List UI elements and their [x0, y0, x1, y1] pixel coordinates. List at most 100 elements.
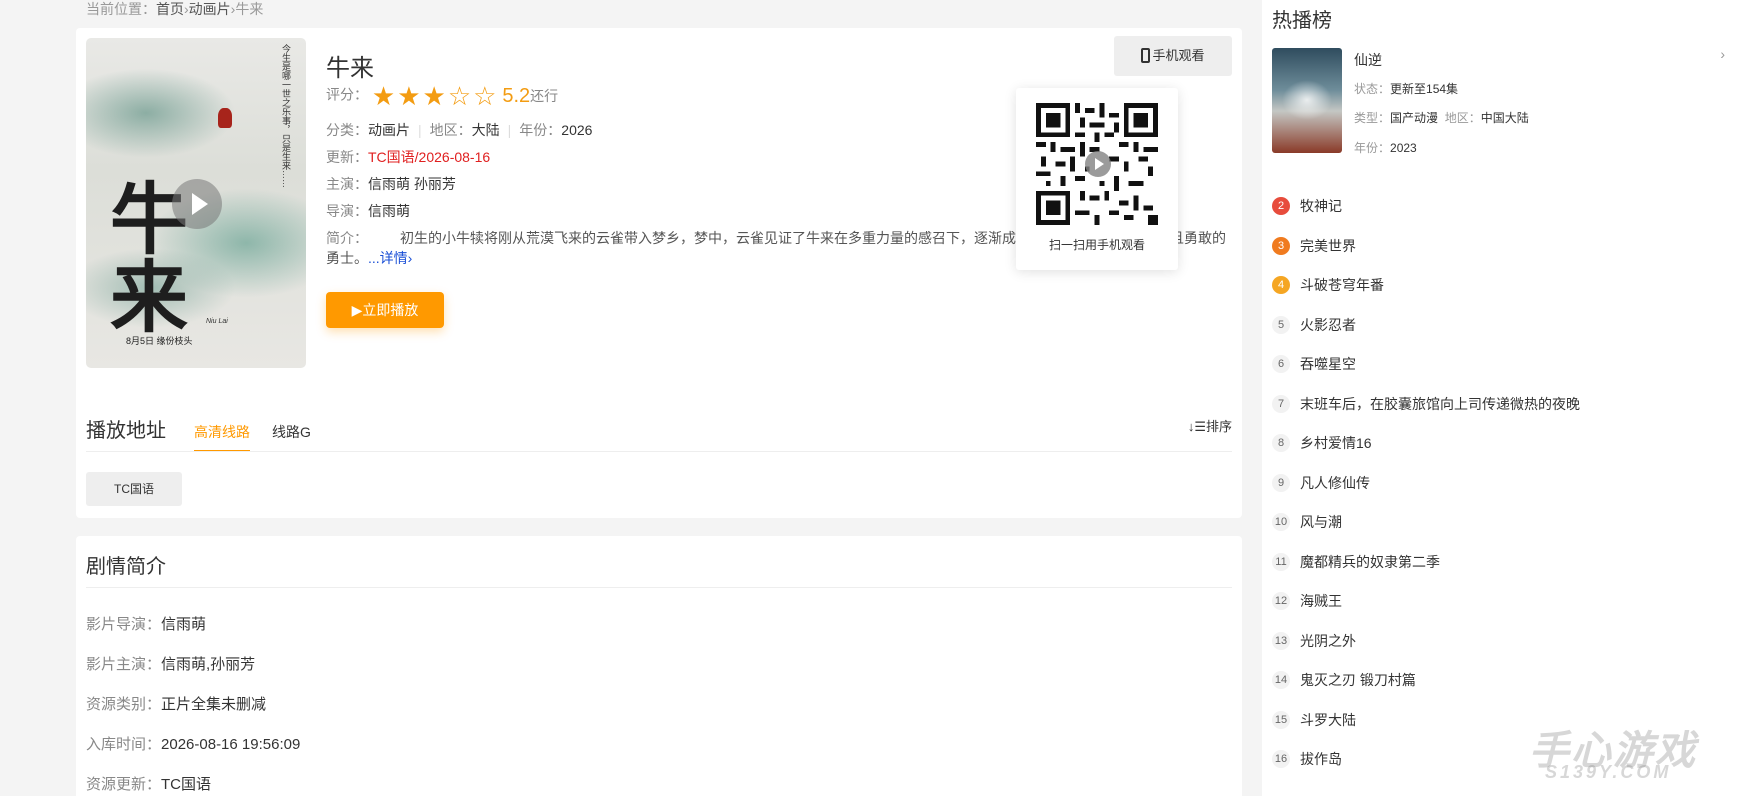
ranking-item-title: 火影忍者 — [1300, 316, 1356, 333]
ranking-item[interactable]: 4 斗破苍穹年番 — [1272, 275, 1384, 295]
featured-status: 状态：更新至154集 — [1354, 82, 1459, 96]
rank-badge: 9 — [1272, 473, 1290, 492]
tab-line-g[interactable]: 线路G — [272, 422, 311, 442]
rank-badge: 6 — [1272, 355, 1290, 373]
story-cast-row: 影片主演：信雨萌,孙丽芳 — [86, 656, 256, 673]
ranking-item[interactable]: 12 海贼王 — [1272, 591, 1342, 611]
rank-badge: 11 — [1272, 552, 1290, 571]
star-filled-icon: ★ — [397, 81, 421, 111]
ranking-item-title: 完美世界 — [1300, 237, 1356, 254]
ranking-item[interactable]: 7 末班车后，在胶囊旅馆向上司传递微热的夜晚 — [1272, 394, 1580, 414]
rating-score: 5.2 — [502, 85, 531, 107]
ranking-item-title: 凡人修仙传 — [1300, 474, 1370, 491]
phone-icon — [1141, 48, 1151, 63]
divider: | — [507, 122, 512, 138]
ranking-item-title: 斗罗大陆 — [1300, 711, 1356, 728]
story-type-row: 资源类别：正片全集未删减 — [86, 696, 267, 713]
ranking-item[interactable]: 10 风与潮 — [1272, 512, 1342, 532]
ranking-item[interactable]: 6 吞噬星空 — [1272, 354, 1356, 374]
divider: | — [418, 122, 422, 138]
star-filled-icon: ★ — [371, 81, 396, 111]
story-title: 剧情简介 — [86, 556, 166, 578]
synopsis-more-link[interactable]: ...详情› — [368, 250, 412, 266]
ranking-item-title: 光阴之外 — [1300, 632, 1356, 649]
rank-badge: 12 — [1272, 592, 1290, 610]
ranking-item[interactable]: 5 火影忍者 — [1272, 315, 1356, 335]
story-director-row: 影片导演：信雨萌 — [86, 616, 207, 633]
breadcrumb-category-link[interactable]: 动画片 — [189, 1, 231, 17]
story-update-row: 资源更新：TC国语 — [86, 776, 212, 793]
ranking-item[interactable]: 3 完美世界 — [1272, 236, 1356, 256]
poster-vertical-text: 今生是哪一世之乐事，只是生来…… — [281, 44, 291, 188]
ranking-item-title: 吞噬星空 — [1300, 356, 1356, 372]
ranking-item[interactable]: 13 光阴之外 — [1272, 631, 1356, 651]
category-link[interactable]: 动画片 — [368, 122, 410, 138]
play-now-button[interactable]: ▶立即播放 — [326, 292, 444, 328]
featured-meta: 类型：国产动漫 地区：中国大陆 — [1354, 111, 1529, 125]
qr-play-icon — [1085, 151, 1111, 177]
ranking-item-title: 拔作岛 — [1300, 751, 1342, 767]
breadcrumb-home-link[interactable]: 首页 — [156, 1, 184, 17]
rank-badge: 3 — [1272, 236, 1290, 255]
ranking-item[interactable]: 8 乡村爱情16 — [1272, 433, 1372, 453]
featured-year: 年份：2023 — [1354, 141, 1417, 155]
hot-title: 热播榜 — [1272, 10, 1332, 32]
tab-hd-line[interactable]: 高清线路 — [194, 422, 250, 452]
sort-button[interactable]: ↓☰排序 — [1188, 416, 1232, 435]
cast-link[interactable]: 信雨萌 孙丽芳 — [368, 176, 456, 192]
episode-button[interactable]: TC国语 — [86, 472, 182, 506]
qr-popup: 扫一扫用手机观看 — [1016, 88, 1178, 270]
rating-verdict: 还行 — [530, 88, 559, 104]
sort-icon: ↓☰ — [1187, 419, 1206, 434]
ranking-item-title: 海贼王 — [1300, 593, 1342, 609]
rank-badge: 15 — [1272, 710, 1290, 729]
movie-title: 牛来 — [326, 55, 374, 82]
rank-badge: 5 — [1272, 315, 1290, 334]
playlist-card: 播放地址 高清线路 线路G ↓☰排序 TC国语 — [76, 400, 1242, 518]
director-row: 导演：信雨萌 — [326, 203, 410, 219]
mobile-watch-button[interactable]: 手机观看 — [1114, 36, 1232, 76]
year-link[interactable]: 2026 — [561, 122, 592, 138]
featured-poster[interactable] — [1272, 48, 1342, 153]
ranking-item[interactable]: 14 鬼灭之刃 锻刀村篇 — [1272, 670, 1416, 690]
poster-english-title: Niu Lai — [206, 318, 228, 325]
story-added-row: 入库时间：2026-08-16 19:56:09 — [86, 736, 301, 753]
rank-badge: 14 — [1272, 671, 1290, 689]
ranking-item[interactable]: 16 拔作岛 — [1272, 749, 1342, 769]
poster-play-icon[interactable] — [172, 179, 222, 229]
ranking-item[interactable]: 9 凡人修仙传 — [1272, 473, 1370, 493]
ranking-item-title: 末班车后，在胶囊旅馆向上司传递微热的夜晚 — [1300, 395, 1580, 412]
rank-badge: 10 — [1272, 513, 1290, 531]
rank-badge: 2 — [1272, 197, 1290, 215]
hot-ranking-sidebar: 热播榜 仙逆 › 状态：更新至154集 类型：国产动漫 地区：中国大陆 年份：2… — [1262, 0, 1737, 796]
rank-badge: 7 — [1272, 394, 1290, 413]
cast-row: 主演：信雨萌 孙丽芳 — [326, 176, 456, 192]
rating-row: 评分： ★ ★ ★ ☆ ☆ 5.2还行 — [326, 81, 559, 111]
playlist-title: 播放地址 — [86, 420, 166, 442]
rating-stars: ★ ★ ★ ☆ ☆ — [372, 83, 499, 109]
ranking-item-title: 斗破苍穹年番 — [1300, 277, 1384, 293]
ranking-item-title: 风与潮 — [1300, 514, 1342, 530]
breadcrumb-current: 牛来 — [235, 1, 264, 17]
ranking-item[interactable]: 11 魔都精兵的奴隶第二季 — [1272, 552, 1440, 572]
site-watermark: 手心游戏 S139Y.COM — [1529, 729, 1697, 782]
story-card: 剧情简介 影片导演：信雨萌 影片主演：信雨萌,孙丽芳 资源类别：正片全集未删减 … — [76, 536, 1242, 796]
rank-badge: 13 — [1272, 631, 1290, 650]
rank-badge: 4 — [1272, 276, 1290, 294]
featured-title[interactable]: 仙逆 — [1354, 50, 1382, 70]
meta-row: 分类：动画片 | 地区：大陆 | 年份：2026 — [326, 122, 593, 138]
ranking-item-title: 魔都精兵的奴隶第二季 — [1300, 553, 1440, 570]
divider — [86, 587, 1232, 588]
region-link[interactable]: 大陆 — [472, 122, 500, 138]
breadcrumb: 当前位置：首页›动画片›牛来 — [86, 1, 264, 17]
qr-caption: 扫一扫用手机观看 — [1048, 238, 1145, 252]
chevron-right-icon[interactable]: › — [1720, 46, 1725, 62]
poster-figure — [218, 108, 232, 128]
ranking-item[interactable]: 2 牧神记 — [1272, 196, 1342, 216]
director-link[interactable]: 信雨萌 — [368, 203, 410, 219]
rank-badge: 8 — [1272, 434, 1290, 452]
movie-poster[interactable]: 今生是哪一世之乐事，只是生来…… 牛来 Niu Lai 8月5日 缘份枝头 — [86, 38, 306, 368]
poster-mist — [86, 68, 236, 158]
ranking-item[interactable]: 15 斗罗大陆 — [1272, 710, 1356, 730]
update-row: 更新：TC国语/2026-08-16 — [326, 149, 491, 165]
